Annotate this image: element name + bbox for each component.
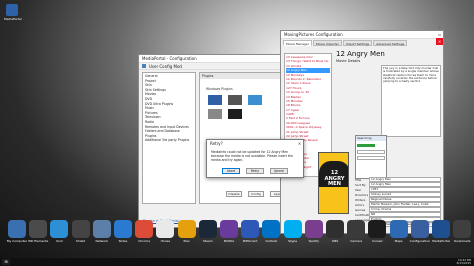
start-icon[interactable]: ⊞ bbox=[2, 259, 10, 265]
desktop-icon-mediaportal[interactable]: MediaPortal bbox=[4, 4, 22, 21]
dock-app-icon bbox=[198, 220, 217, 238]
field-row: Genres Crime, Drama bbox=[355, 207, 441, 212]
taskbar: ⊞ 10:32 PM 8/13/2015 bbox=[0, 258, 474, 266]
desktop-icon-label: MediaPortal bbox=[4, 17, 22, 21]
field-value[interactable]: 1957 bbox=[369, 187, 441, 192]
search-popup: Searching bbox=[355, 135, 387, 179]
dock-app-icon bbox=[453, 220, 472, 238]
field-value[interactable]: NR bbox=[369, 212, 441, 217]
plugins-label: Windows Plugins bbox=[206, 87, 233, 91]
search-input[interactable] bbox=[357, 150, 385, 154]
movie-window-titlebar[interactable]: MovingPictures Configuration – ▫ × bbox=[281, 25, 443, 45]
dock-item-label: Downloads bbox=[453, 239, 471, 243]
abort-button[interactable]: Abort bbox=[222, 168, 240, 174]
field-label: Directors bbox=[355, 192, 369, 197]
dock-app-icon bbox=[368, 220, 387, 238]
poster-title: 12 ANGRY MEN bbox=[324, 170, 345, 187]
field-row: Title 12 Angry Men bbox=[355, 177, 441, 182]
field-label: Sort By bbox=[355, 182, 366, 187]
field-label: Actors bbox=[355, 202, 365, 207]
search-input-2[interactable] bbox=[357, 156, 385, 160]
plot-textbox[interactable]: The jury in a New York City murder trial… bbox=[381, 65, 441, 137]
movie-manager-window: MovingPictures Configuration – ▫ × Movie… bbox=[280, 25, 444, 234]
dock-app-icon bbox=[156, 220, 175, 238]
user-config-label[interactable]: User Config Mod bbox=[149, 64, 182, 69]
dock-app-icon bbox=[220, 220, 238, 238]
plugin-thumb-4[interactable] bbox=[208, 109, 222, 119]
movie-tabs: Movie Manager Movie Importer Import Sett… bbox=[281, 40, 443, 46]
dock-app-icon bbox=[304, 220, 323, 238]
field-row: Sort By 12 Angry Men bbox=[355, 182, 441, 187]
field-row: Directors Sidney Lumet bbox=[355, 192, 441, 197]
tab-import-settings[interactable]: Import Settings bbox=[342, 40, 373, 46]
dock-app-icon bbox=[262, 220, 281, 238]
tab-movie-manager[interactable]: Movie Manager bbox=[283, 40, 312, 46]
dock-app-icon bbox=[71, 220, 90, 238]
field-row: Actors Martin Balsam, John Fiedler, Lee J… bbox=[355, 202, 441, 207]
dock-app-icon bbox=[389, 220, 408, 238]
field-value[interactable]: Crime, Drama bbox=[369, 207, 441, 212]
dock-item[interactable]: Downloads bbox=[449, 218, 474, 243]
dialog-message: MediaInfo could not be updated for 12 An… bbox=[211, 150, 293, 162]
field-label: Genres bbox=[355, 207, 366, 212]
field-value[interactable]: Sidney Lumet bbox=[369, 192, 441, 197]
disable-button[interactable]: Disable bbox=[226, 191, 242, 197]
movie-poster[interactable]: 12 ANGRY MEN bbox=[318, 152, 349, 214]
plugin-thumb-2[interactable] bbox=[228, 95, 242, 105]
dock-app-icon bbox=[241, 220, 260, 238]
dock-app-icon bbox=[432, 220, 450, 238]
dock-app-icon bbox=[347, 220, 366, 238]
dock-app-icon bbox=[283, 220, 302, 238]
plugin-thumb-3[interactable] bbox=[248, 95, 262, 105]
field-value[interactable]: Martin Balsam, John Fiedler, Lee J. Cobb bbox=[369, 202, 441, 207]
dock-app-icon bbox=[410, 220, 429, 238]
ignore-button[interactable]: Ignore bbox=[270, 168, 288, 174]
configuration-title: MediaPortal - Configuration bbox=[142, 56, 197, 61]
field-row: Year 1957 bbox=[355, 187, 441, 192]
field-label: Year bbox=[355, 187, 362, 192]
dock-app-icon bbox=[8, 220, 26, 238]
field-row: Certification NR bbox=[355, 212, 441, 217]
maximize-icon[interactable]: ▫ bbox=[436, 31, 443, 38]
clock-date: 8/13/2015 bbox=[456, 261, 471, 265]
retry-button[interactable]: Retry bbox=[246, 168, 264, 174]
clock[interactable]: 10:32 PM 8/13/2015 bbox=[456, 258, 474, 265]
dialog-title: Retry? bbox=[210, 141, 223, 146]
dock: My Computer WD Elements Kodi Shield Network N… bbox=[0, 218, 474, 256]
field-value[interactable]: 12 Angry Men bbox=[369, 182, 441, 187]
plugin-thumb-5[interactable] bbox=[228, 109, 242, 119]
dock-app-icon bbox=[92, 220, 111, 238]
progress-bar bbox=[357, 144, 375, 147]
close-icon[interactable]: × bbox=[296, 140, 303, 147]
dock-app-icon bbox=[326, 220, 344, 238]
tab-advanced-settings[interactable]: Advanced Settings bbox=[373, 40, 408, 46]
movie-window-title: MovingPictures Configuration bbox=[284, 32, 343, 37]
tree-node[interactable]: Additional 3rd party Plugins bbox=[145, 138, 193, 143]
dialog-titlebar[interactable]: Retry? × bbox=[207, 140, 303, 147]
minimize-icon[interactable]: – bbox=[436, 24, 443, 31]
dock-app-icon bbox=[29, 220, 48, 238]
field-label: Certification bbox=[355, 212, 373, 217]
plugin-thumb-1[interactable] bbox=[208, 95, 222, 105]
dock-app-icon bbox=[114, 220, 132, 238]
user-config-icon bbox=[142, 64, 146, 68]
field-label: Title bbox=[355, 177, 362, 182]
movie-title: 12 Angry Men bbox=[336, 50, 385, 58]
movie-details-label: Movie Details bbox=[336, 59, 361, 63]
config-button[interactable]: Config bbox=[248, 191, 264, 197]
field-value[interactable]: Reginald Rose bbox=[369, 197, 441, 202]
settings-tree: General Project Skin Skin Settings Movies DVD… bbox=[142, 72, 196, 204]
dock-app-icon bbox=[177, 220, 196, 238]
search-header: Searching bbox=[356, 136, 386, 141]
field-label: Writers bbox=[355, 197, 366, 202]
mediaportal-icon bbox=[6, 4, 18, 16]
retry-dialog: Retry? × MediaInfo could not be updated … bbox=[206, 139, 304, 178]
dock-app-icon bbox=[135, 220, 154, 238]
field-value[interactable]: 12 Angry Men bbox=[369, 177, 441, 182]
dock-app-icon bbox=[50, 220, 69, 238]
tab-movie-importer[interactable]: Movie Importer bbox=[312, 40, 342, 46]
field-row: Writers Reginald Rose bbox=[355, 197, 441, 202]
close-icon[interactable]: × bbox=[436, 38, 443, 45]
